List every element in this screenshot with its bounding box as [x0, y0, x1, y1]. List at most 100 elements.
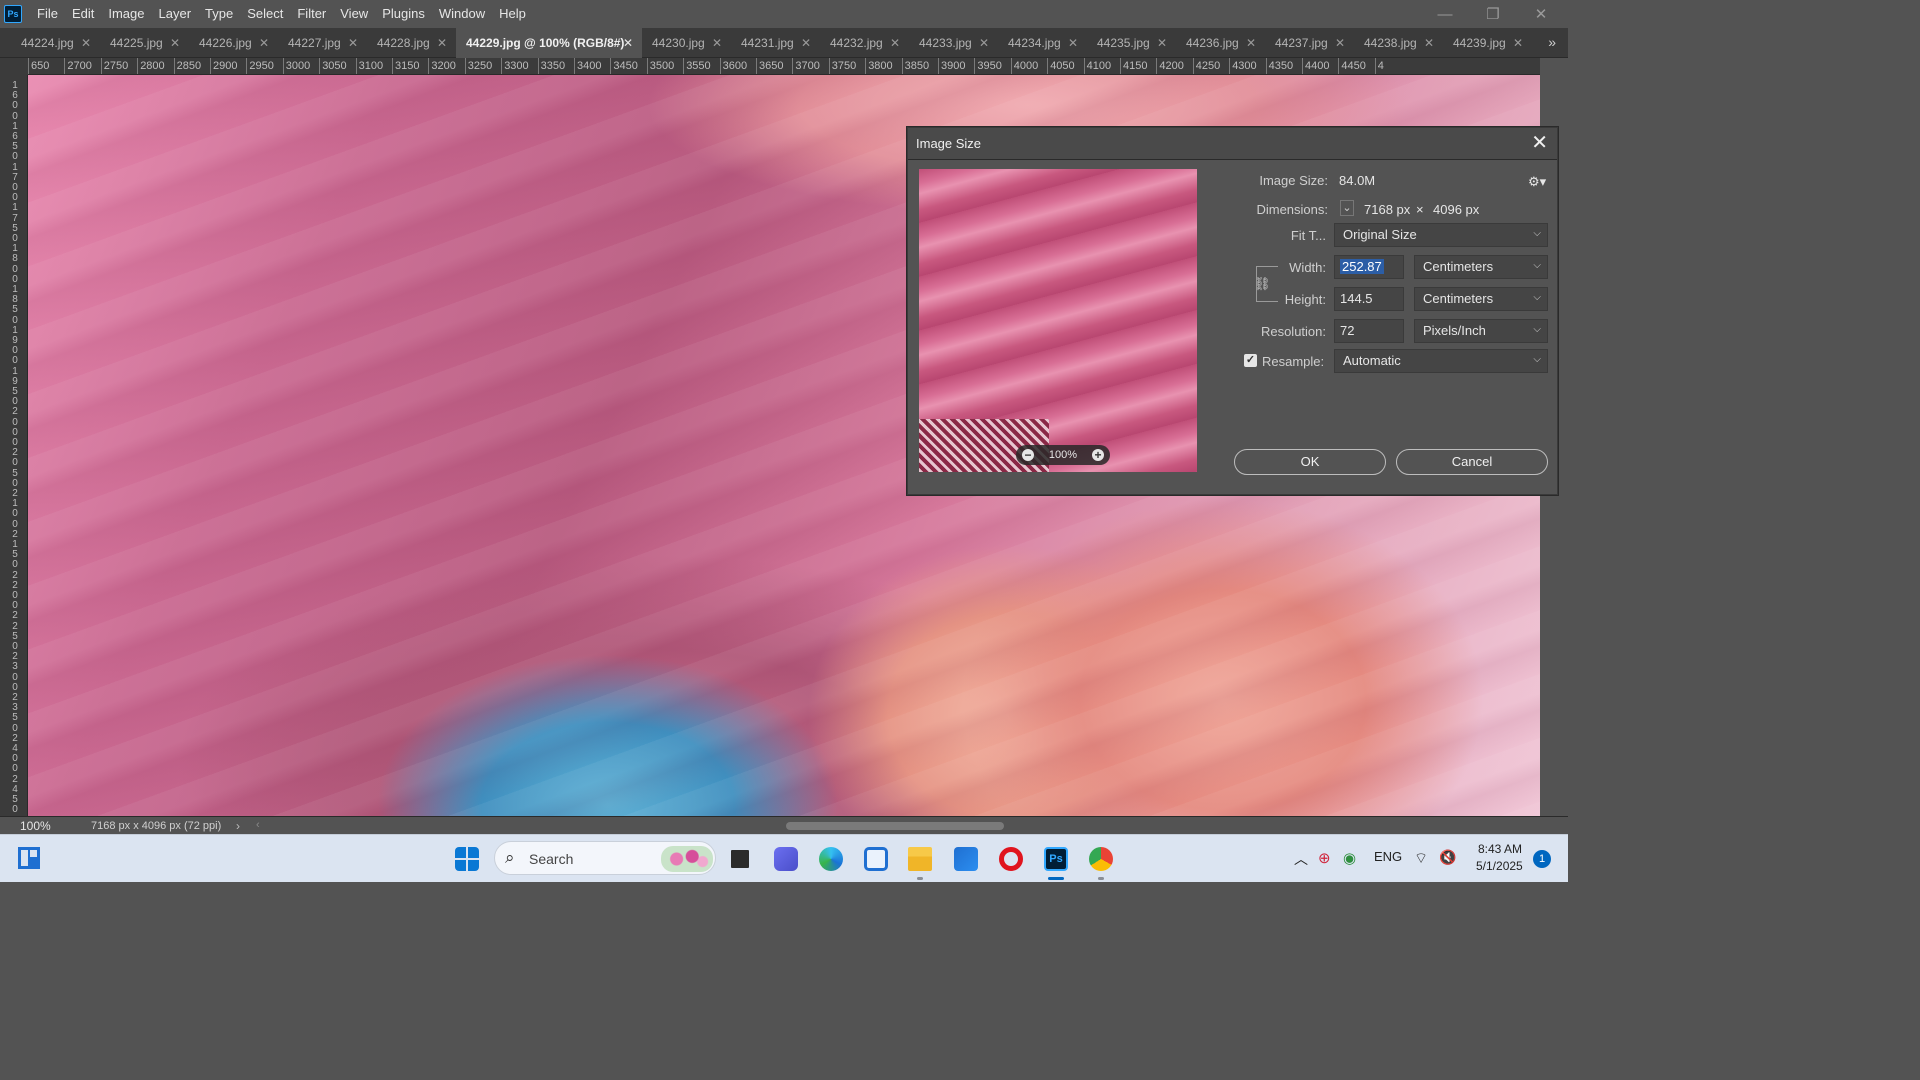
photoshop-taskbar-icon[interactable]: Ps — [1044, 847, 1068, 871]
settings-gear-icon[interactable]: ⚙▾ — [1528, 174, 1546, 190]
tab-44229-active[interactable]: 44229.jpg @ 100% (RGB/8#) — [456, 28, 642, 58]
tab-close-icon[interactable]: ✕ — [1513, 36, 1523, 50]
resolution-unit-select[interactable]: Pixels/Inch ⌵ — [1414, 319, 1548, 343]
ruler-label: 3550 — [686, 60, 711, 72]
search-placeholder: Search — [529, 851, 574, 867]
status-expand-icon[interactable]: › — [236, 819, 240, 833]
dialog-titlebar[interactable]: Image Size ✕ — [908, 128, 1557, 160]
tab-close-icon[interactable]: ✕ — [170, 36, 180, 50]
tab-close-icon[interactable]: ✕ — [1335, 36, 1345, 50]
tab-close-icon[interactable]: ✕ — [890, 36, 900, 50]
ruler-label: 3650 — [759, 60, 784, 72]
ok-button[interactable]: OK — [1234, 449, 1386, 475]
minimize-icon[interactable]: — — [1422, 0, 1468, 28]
restore-icon[interactable]: ❐ — [1470, 0, 1516, 28]
menu-file[interactable]: File — [30, 0, 65, 28]
clock-date[interactable]: 5/1/2025 — [1476, 859, 1523, 873]
clock-time[interactable]: 8:43 AM — [1478, 842, 1522, 856]
tab-label: 44239.jpg — [1453, 36, 1506, 50]
vertical-ruler: 1600165017001750180018501900195020002050… — [0, 75, 28, 816]
tab-label: 44228.jpg — [377, 36, 430, 50]
language-indicator[interactable]: ENG — [1374, 849, 1402, 864]
height-value: 144.5 — [1340, 291, 1373, 306]
taskbar-search[interactable]: ⌕ Search — [494, 841, 716, 875]
menu-edit[interactable]: Edit — [65, 0, 101, 28]
zoom-level[interactable]: 100% — [20, 819, 51, 833]
tab-close-icon[interactable]: ✕ — [348, 36, 358, 50]
height-unit-select[interactable]: Centimeters ⌵ — [1414, 287, 1548, 311]
ruler-label: 3800 — [868, 60, 893, 72]
width-input[interactable]: 252.87 — [1334, 255, 1404, 279]
menu-type[interactable]: Type — [198, 0, 240, 28]
menu-filter[interactable]: Filter — [290, 0, 333, 28]
tab-close-icon[interactable]: ✕ — [623, 36, 633, 50]
tab-close-icon[interactable]: ✕ — [1246, 36, 1256, 50]
tab-close-icon[interactable]: ✕ — [1068, 36, 1078, 50]
menu-plugins[interactable]: Plugins — [375, 0, 432, 28]
dialog-close-icon[interactable]: ✕ — [1531, 132, 1548, 154]
scroll-left-icon[interactable]: ‹ — [256, 819, 260, 831]
resample-select[interactable]: Automatic ⌵ — [1334, 349, 1548, 373]
tab-label: 44229.jpg @ 100% (RGB/8#) — [466, 36, 625, 50]
resample-checkbox[interactable]: ✓ — [1244, 354, 1257, 367]
tab-close-icon[interactable]: ✕ — [712, 36, 722, 50]
menu-view[interactable]: View — [333, 0, 375, 28]
tab-close-icon[interactable]: ✕ — [437, 36, 447, 50]
width-unit-select[interactable]: Centimeters ⌵ — [1414, 255, 1548, 279]
ruler-label: 2850 — [176, 60, 202, 72]
zoom-out-icon[interactable]: − — [1022, 449, 1034, 461]
ruler-label: 2800 — [140, 60, 165, 72]
microsoft-store-icon[interactable] — [954, 847, 978, 871]
fit-to-select[interactable]: Original Size ⌵ — [1334, 223, 1548, 247]
tab-close-icon[interactable]: ✕ — [259, 36, 269, 50]
window-close-icon[interactable]: ✕ — [1518, 0, 1564, 28]
chrome-browser-icon[interactable] — [1089, 847, 1113, 871]
menu-window[interactable]: Window — [432, 0, 492, 28]
ruler-tick — [537, 58, 539, 74]
ruler-label: 3100 — [358, 60, 384, 72]
ruler-label: 3850 — [904, 60, 930, 72]
tab-close-icon[interactable]: ✕ — [1424, 36, 1434, 50]
cancel-button[interactable]: Cancel — [1396, 449, 1548, 475]
resolution-value: 72 — [1340, 323, 1355, 338]
wifi-icon[interactable]: ⌔ — [1414, 849, 1428, 868]
tab-label: 44238.jpg — [1364, 36, 1417, 50]
tab-close-icon[interactable]: ✕ — [81, 36, 91, 50]
ruler-tick — [974, 58, 976, 74]
tab-close-icon[interactable]: ✕ — [1157, 36, 1167, 50]
notification-badge[interactable]: 1 — [1533, 850, 1551, 868]
dimensions-unit-chevron-icon[interactable]: ⌄ — [1340, 200, 1354, 216]
tab-overflow-chevron-icon[interactable]: » — [1548, 34, 1556, 50]
menu-image[interactable]: Image — [101, 0, 151, 28]
image-preview[interactable]: − 100% + — [919, 169, 1197, 472]
tab-close-icon[interactable]: ✕ — [801, 36, 811, 50]
vpn-tray-icon[interactable]: ⊕ — [1318, 849, 1331, 867]
zoom-in-icon[interactable]: + — [1091, 449, 1104, 461]
teams-chat-icon[interactable] — [774, 847, 798, 871]
menu-help[interactable]: Help — [492, 0, 533, 28]
resolution-input[interactable]: 72 — [1334, 319, 1404, 343]
resolution-label: Resolution: — [1260, 324, 1326, 339]
network-globe-tray-icon[interactable]: ◉ — [1343, 849, 1356, 867]
speaker-muted-icon[interactable]: 🔇 — [1439, 849, 1456, 866]
ruler-tick — [938, 58, 939, 74]
edge-browser-icon[interactable] — [819, 847, 843, 871]
horizontal-scrollbar[interactable] — [786, 822, 1004, 830]
widgets-icon[interactable] — [17, 846, 41, 870]
fit-to-value: Original Size — [1343, 227, 1417, 242]
menu-layer[interactable]: Layer — [152, 0, 199, 28]
menu-select[interactable]: Select — [240, 0, 290, 28]
ruler-label: 4100 — [1086, 60, 1112, 72]
windows-taskbar: ⌕ Search Ps ︿ ⊕ ◉ ENG ⌔ 🔇 8:43 AM 5/1/20… — [0, 834, 1568, 882]
show-hidden-icons-chevron-icon[interactable]: ︿ — [1294, 849, 1308, 869]
ruler-tick — [1302, 58, 1303, 74]
windows-start-icon[interactable] — [455, 847, 479, 871]
task-view-icon[interactable] — [728, 847, 752, 871]
tab-label: 44235.jpg — [1097, 36, 1150, 50]
file-explorer-icon[interactable] — [908, 847, 932, 871]
tab-close-icon[interactable]: ✕ — [979, 36, 989, 50]
opera-browser-icon[interactable] — [999, 847, 1023, 871]
height-input[interactable]: 144.5 — [1334, 287, 1404, 311]
snipping-tool-icon[interactable] — [864, 847, 888, 871]
ruler-label: 4350 — [1268, 60, 1294, 72]
